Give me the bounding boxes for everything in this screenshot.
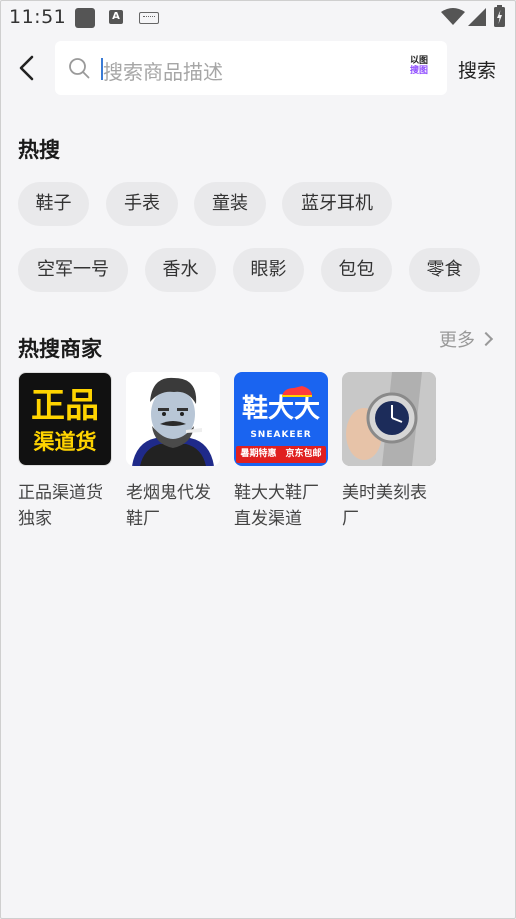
hot-tag[interactable]: 童装 (194, 182, 266, 226)
app-notification-icon (75, 8, 95, 28)
shop-name: 老烟鬼代发鞋厂 (126, 483, 211, 529)
battery-icon (494, 5, 505, 27)
search-bar[interactable]: 搜索商品描述 以图 搜图 (55, 41, 447, 95)
a-notification-icon: A (109, 10, 123, 24)
chevron-right-icon (478, 331, 494, 347)
shop-card[interactable]: 正品 渠道货 正品渠道货独家 (18, 372, 114, 532)
shop-card[interactable]: 鞋大大 SNEAKEER 暑期特惠 京东包邮 鞋大大鞋厂直发渠道 (234, 372, 330, 532)
shop-logo-banner: 暑期特惠 京东包邮 (236, 446, 326, 463)
hot-tag[interactable]: 包包 (321, 248, 392, 292)
shop-name: 正品渠道货独家 (18, 483, 103, 529)
hot-tag[interactable]: 眼影 (233, 248, 304, 292)
hot-search-title: 热搜 (18, 138, 60, 162)
search-button[interactable]: 搜索 (458, 56, 496, 83)
shop-logo-sub: SNEAKEER (250, 430, 312, 440)
shop-logo (342, 372, 436, 466)
sneaker-icon (282, 386, 312, 397)
shop-card[interactable]: 美时美刻表厂 (342, 372, 438, 532)
shop-logo-promo-right: 京东包邮 (285, 449, 322, 459)
wifi-icon (441, 8, 465, 25)
hot-tag[interactable]: 手表 (106, 182, 178, 226)
shop-logo: 鞋大大 SNEAKEER 暑期特惠 京东包邮 (234, 372, 328, 466)
shop-logo-title: 鞋大大 (241, 394, 320, 424)
status-time: 11:51 (9, 6, 67, 28)
hot-tag[interactable]: 空军一号 (18, 248, 128, 292)
image-search-label-2: 搜图 (409, 66, 428, 76)
shop-card[interactable]: 老烟鬼代发鞋厂 (126, 372, 222, 532)
more-link[interactable]: 更多 (439, 326, 494, 352)
bearded-man-avatar-icon (132, 377, 214, 466)
hot-tag[interactable]: 零食 (409, 248, 480, 292)
more-label: 更多 (439, 330, 475, 351)
shop-name: 美时美刻表厂 (342, 483, 427, 529)
shop-logo-line2: 渠道货 (33, 430, 97, 454)
shop-logo (126, 372, 220, 466)
hot-tag[interactable]: 香水 (145, 248, 216, 292)
hot-shops-title: 热搜商家 (18, 337, 102, 361)
keyboard-icon (139, 12, 159, 24)
search-icon (69, 58, 90, 79)
shop-logo-line1: 正品 (31, 386, 99, 426)
shop-logo-promo-left: 暑期特惠 (240, 449, 277, 459)
image-search-label-1: 以图 (409, 56, 428, 66)
image-search-icon[interactable]: 以图 搜图 (407, 56, 431, 76)
status-bar: 11:51 A (0, 0, 516, 34)
hot-tag[interactable]: 鞋子 (18, 182, 89, 226)
watch-photo-icon (342, 372, 436, 466)
back-icon[interactable] (14, 54, 42, 82)
signal-icon (468, 8, 486, 26)
shop-name: 鞋大大鞋厂直发渠道 (234, 483, 319, 529)
search-input[interactable]: 搜索商品描述 (103, 56, 223, 85)
hot-tag[interactable]: 蓝牙耳机 (282, 182, 392, 226)
shop-logo: 正品 渠道货 (18, 372, 112, 466)
